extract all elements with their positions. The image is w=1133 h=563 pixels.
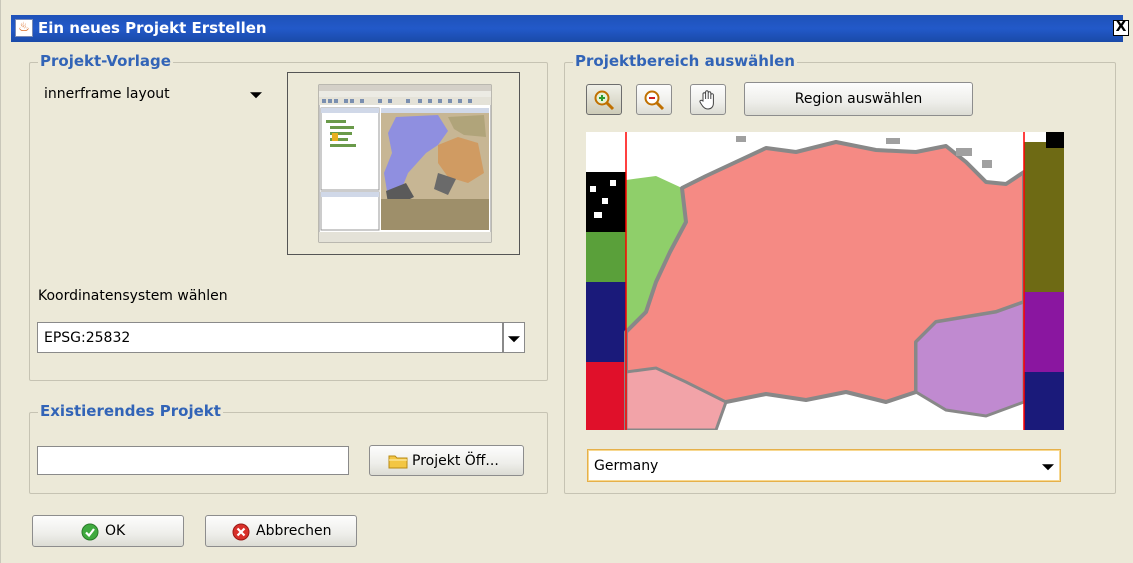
select-region-button[interactable]: Region auswählen — [744, 82, 973, 116]
region-map[interactable] — [586, 132, 1064, 430]
chevron-down-icon — [1042, 463, 1054, 470]
dialog-window: ♨ Ein neues Projekt Erstellen X Projekt-… — [0, 0, 1133, 563]
open-project-label: Projekt Öff... — [412, 452, 499, 469]
template-select-value: innerframe layout — [44, 85, 170, 102]
zoom-out-icon — [644, 90, 665, 111]
project-area-group-legend: Projektbereich auswählen — [573, 52, 797, 70]
crs-label: Koordinatensystem wählen — [38, 288, 228, 304]
template-preview-thumbnail-icon — [318, 84, 492, 243]
check-circle-icon — [81, 523, 99, 541]
project-path-input[interactable] — [37, 446, 349, 475]
pan-hand-icon — [699, 90, 714, 110]
chevron-down-icon — [508, 335, 520, 342]
cancel-label: Abbrechen — [256, 523, 332, 539]
crs-dropdown-button[interactable] — [503, 322, 525, 353]
zoom-in-button[interactable] — [586, 84, 622, 115]
zoom-in-icon — [594, 90, 615, 111]
ok-button[interactable]: OK — [32, 515, 184, 547]
ok-label: OK — [105, 523, 126, 539]
template-group-legend: Projekt-Vorlage — [38, 52, 173, 70]
region-select[interactable]: Germany — [587, 449, 1061, 482]
template-preview — [287, 72, 520, 255]
existing-project-group-legend: Existierendes Projekt — [38, 402, 223, 420]
template-select[interactable]: innerframe layout — [37, 80, 267, 107]
open-project-button[interactable]: Projekt Öff... — [369, 445, 524, 476]
zoom-out-button[interactable] — [636, 84, 672, 115]
java-app-icon: ♨ — [15, 19, 33, 37]
cancel-button[interactable]: Abbrechen — [205, 515, 357, 547]
crs-select-value: EPSG:25832 — [44, 329, 131, 346]
region-select-value: Germany — [594, 457, 659, 474]
title-bar[interactable]: ♨ Ein neues Projekt Erstellen — [11, 15, 1123, 42]
folder-icon — [388, 455, 408, 469]
close-button[interactable]: X — [1113, 20, 1129, 36]
pan-button[interactable] — [690, 84, 726, 115]
crs-select[interactable]: EPSG:25832 — [37, 322, 503, 353]
window-title: Ein neues Projekt Erstellen — [38, 19, 267, 37]
cancel-circle-icon — [232, 523, 250, 541]
select-region-label: Region auswählen — [794, 91, 923, 107]
chevron-down-icon — [250, 91, 262, 98]
